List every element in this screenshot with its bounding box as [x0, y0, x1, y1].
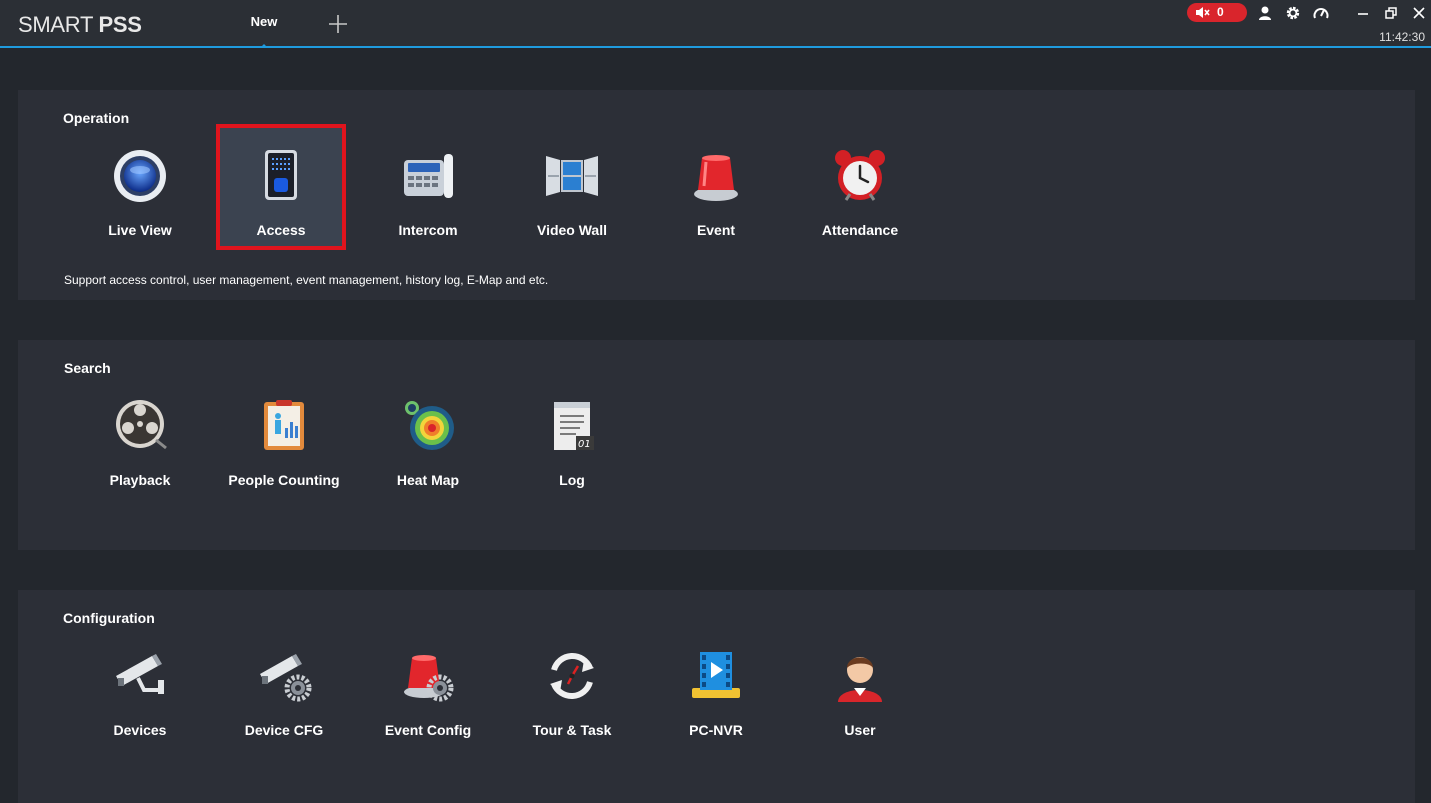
tile-devices[interactable]: Devices — [75, 624, 205, 750]
operation-description: Support access control, user management,… — [64, 273, 549, 287]
tile-label: Event — [696, 222, 736, 238]
tile-event[interactable]: Event — [651, 124, 781, 250]
tile-user[interactable]: User — [795, 624, 925, 750]
tile-people-counting[interactable]: People Counting — [219, 374, 349, 500]
event-config-icon — [404, 655, 454, 702]
plus-icon — [329, 15, 347, 33]
tab-new[interactable]: New — [236, 0, 292, 48]
tile-label: Heat Map — [396, 472, 460, 488]
tile-event-config[interactable]: Event Config — [363, 624, 493, 750]
alarm-button[interactable]: 0 — [1187, 3, 1247, 22]
restore-icon[interactable] — [1383, 5, 1399, 21]
tab-new-label: New — [250, 14, 278, 29]
performance-gauge-icon[interactable] — [1313, 5, 1329, 21]
heat-map-icon — [405, 401, 454, 450]
close-icon[interactable] — [1411, 5, 1427, 21]
tile-label: Access — [256, 222, 306, 238]
tour-task-icon — [550, 653, 594, 699]
device-cfg-icon — [260, 654, 312, 702]
tile-label: PC-NVR — [689, 722, 743, 738]
tile-heat-map[interactable]: Heat Map — [363, 374, 493, 500]
access-icon — [265, 150, 297, 200]
intercom-icon — [404, 154, 453, 198]
search-panel: Search Playback People Counting Heat Map… — [18, 340, 1415, 550]
tile-label: Event Config — [384, 722, 472, 738]
tile-log[interactable]: 01 Log — [507, 374, 637, 500]
tile-intercom[interactable]: Intercom — [363, 124, 493, 250]
video-wall-icon — [546, 156, 598, 196]
tile-label: Tour & Task — [532, 722, 612, 738]
tile-label: Live View — [108, 222, 172, 238]
log-icon: 01 — [554, 402, 594, 450]
tile-label: User — [844, 722, 876, 738]
gear-icon[interactable] — [1285, 5, 1301, 21]
tile-label: People Counting — [228, 472, 340, 488]
tile-attendance[interactable]: Attendance — [795, 124, 925, 250]
tile-label: Video Wall — [536, 222, 607, 238]
active-tab-caret — [260, 44, 268, 48]
tile-label: Intercom — [398, 222, 458, 238]
configuration-panel: Configuration Devices Device CFG Event C… — [18, 590, 1415, 803]
tile-access[interactable]: Access — [216, 124, 346, 250]
people-counting-icon — [264, 400, 304, 450]
playback-icon — [116, 400, 167, 450]
tile-video-wall[interactable]: Video Wall — [507, 124, 637, 250]
title-bar: SMART PSS New 0 11:42:30 — [0, 0, 1431, 48]
add-tab-button[interactable] — [326, 12, 350, 36]
devices-icon — [116, 654, 164, 694]
live-view-icon — [114, 150, 166, 202]
pc-nvr-icon — [692, 652, 740, 698]
event-icon — [694, 155, 738, 201]
alarm-count: 0 — [1217, 5, 1224, 19]
tile-playback[interactable]: Playback — [75, 374, 205, 500]
tile-label: Playback — [109, 472, 171, 488]
svg-text:01: 01 — [578, 439, 591, 450]
tile-pc-nvr[interactable]: PC-NVR — [651, 624, 781, 750]
speaker-icon — [1196, 7, 1210, 18]
attendance-icon — [835, 150, 885, 201]
app-logo: SMART PSS — [18, 12, 142, 38]
tile-tour-task[interactable]: Tour & Task — [507, 624, 637, 750]
tile-live-view[interactable]: Live View — [75, 124, 205, 250]
clock: 11:42:30 — [1379, 30, 1425, 44]
tile-label: Device CFG — [244, 722, 324, 738]
tile-label: Attendance — [821, 222, 899, 238]
brand-bold: PSS — [98, 12, 142, 37]
tile-label: Log — [559, 472, 585, 488]
tile-device-cfg[interactable]: Device CFG — [219, 624, 349, 750]
tile-label: Devices — [113, 722, 167, 738]
operation-panel: Operation Live View Access Intercom Vide… — [18, 90, 1415, 300]
user-icon — [838, 657, 882, 702]
user-account-icon[interactable] — [1257, 5, 1273, 21]
minimize-icon[interactable] — [1355, 5, 1371, 21]
brand-light: SMART — [18, 12, 99, 37]
